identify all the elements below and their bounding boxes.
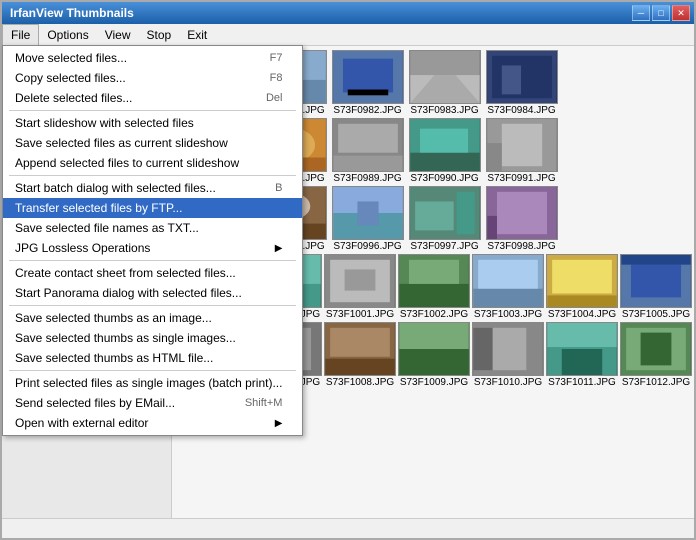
menu-panorama[interactable]: Start Panorama dialog with selected file… <box>3 283 302 303</box>
thumbnail-image <box>546 322 618 376</box>
thumb-cell[interactable]: S73F0990.JPG <box>407 118 482 184</box>
menu-slideshow-append[interactable]: Append selected files to current slidesh… <box>3 153 302 173</box>
minimize-button[interactable]: ─ <box>632 5 650 21</box>
thumb-cell[interactable]: S73F1011.JPG <box>546 322 618 388</box>
thumb-cell[interactable]: S73F1003.JPG <box>472 254 544 320</box>
thumb-label: S73F0984.JPG <box>487 105 555 116</box>
menu-external-editor[interactable]: Open with external editor ▶ <box>3 413 302 433</box>
separator-3 <box>9 260 296 261</box>
thumb-label: S73F1011.JPG <box>548 377 616 388</box>
separator-2 <box>9 175 296 176</box>
thumbnail-image <box>409 50 481 104</box>
thumbnail-image <box>486 118 558 172</box>
menu-save-thumbs-image[interactable]: Save selected thumbs as an image... <box>3 308 302 328</box>
menu-jpg-lossless[interactable]: JPG Lossless Operations ▶ <box>3 238 302 258</box>
thumbnail-image <box>332 186 404 240</box>
menu-email[interactable]: Send selected files by EMail... Shift+M <box>3 393 302 413</box>
thumbnail-image <box>472 254 544 308</box>
thumb-label: S73F1003.JPG <box>474 309 542 320</box>
thumbnail-image <box>324 322 396 376</box>
thumb-label: S73F0983.JPG <box>410 105 478 116</box>
maximize-button[interactable]: □ <box>652 5 670 21</box>
menu-options[interactable]: Options <box>39 24 96 45</box>
thumbnail-image <box>332 50 404 104</box>
thumb-label: S73F0997.JPG <box>410 241 478 252</box>
submenu-arrow: ▶ <box>275 243 283 254</box>
thumb-cell[interactable]: S73F1010.JPG <box>472 322 544 388</box>
separator-4 <box>9 305 296 306</box>
thumbnail-image <box>620 254 692 308</box>
thumbnail-image <box>409 186 481 240</box>
thumb-cell[interactable]: S73F0997.JPG <box>407 186 482 252</box>
thumbnail-image <box>472 322 544 376</box>
thumb-cell[interactable]: S73F1009.JPG <box>398 322 470 388</box>
thumb-label: S73F1005.JPG <box>622 309 690 320</box>
menu-bar: File Options View Stop Exit Move selecte… <box>2 24 694 46</box>
thumbnail-image <box>546 254 618 308</box>
menu-move-files[interactable]: Move selected files... F7 <box>3 48 302 68</box>
thumbnail-image <box>398 254 470 308</box>
menu-slideshow-start[interactable]: Start slideshow with selected files <box>3 113 302 133</box>
window-controls: ─ □ ✕ <box>632 5 690 21</box>
thumbnail-image <box>324 254 396 308</box>
thumb-label: S73F1002.JPG <box>400 309 468 320</box>
thumb-cell[interactable]: S73F0984.JPG <box>484 50 559 116</box>
separator-5 <box>9 370 296 371</box>
thumb-label: S73F1012.JPG <box>622 377 690 388</box>
thumb-cell[interactable]: S73F1012.JPG <box>620 322 692 388</box>
thumb-cell[interactable]: S73F0996.JPG <box>330 186 405 252</box>
thumb-label: S73F1001.JPG <box>326 309 394 320</box>
thumbnail-image <box>398 322 470 376</box>
menu-delete-files[interactable]: Delete selected files... Del <box>3 88 302 108</box>
menu-view[interactable]: View <box>97 24 139 45</box>
thumbnail-image <box>332 118 404 172</box>
thumb-label: S73F1010.JPG <box>474 377 542 388</box>
submenu-arrow-2: ▶ <box>275 418 283 429</box>
thumb-cell[interactable]: S73F0982.JPG <box>330 50 405 116</box>
main-window: IrfanView Thumbnails ─ □ ✕ File Options … <box>0 0 696 540</box>
thumbnail-image <box>486 186 558 240</box>
thumb-cell[interactable]: S73F1001.JPG <box>324 254 396 320</box>
thumb-label: S73F1008.JPG <box>326 377 394 388</box>
title-bar: IrfanView Thumbnails ─ □ ✕ <box>2 2 694 24</box>
menu-slideshow-save[interactable]: Save selected files as current slideshow <box>3 133 302 153</box>
thumb-label: S73F0996.JPG <box>333 241 401 252</box>
window-title: IrfanView Thumbnails <box>6 6 134 20</box>
menu-file[interactable]: File <box>2 24 39 45</box>
menu-save-names[interactable]: Save selected file names as TXT... <box>3 218 302 238</box>
menu-save-thumbs-single[interactable]: Save selected thumbs as single images... <box>3 328 302 348</box>
menu-stop[interactable]: Stop <box>139 24 180 45</box>
thumb-label: S73F0982.JPG <box>333 105 401 116</box>
file-dropdown-menu: Move selected files... F7 Copy selected … <box>2 45 303 436</box>
thumb-cell[interactable]: S73F0983.JPG <box>407 50 482 116</box>
thumb-label: S73F1009.JPG <box>400 377 468 388</box>
menu-batch-dialog[interactable]: Start batch dialog with selected files..… <box>3 178 302 198</box>
menu-exit[interactable]: Exit <box>179 24 215 45</box>
thumb-label: S73F0998.JPG <box>487 241 555 252</box>
thumbnail-image <box>620 322 692 376</box>
menu-contact-sheet[interactable]: Create contact sheet from selected files… <box>3 263 302 283</box>
separator-1 <box>9 110 296 111</box>
thumb-label: S73F0990.JPG <box>410 173 478 184</box>
thumb-cell[interactable]: S73F0991.JPG <box>484 118 559 184</box>
thumb-label: S73F0991.JPG <box>487 173 555 184</box>
close-button[interactable]: ✕ <box>672 5 690 21</box>
menu-ftp-transfer[interactable]: Transfer selected files by FTP... <box>3 198 302 218</box>
thumb-cell[interactable]: S73F1002.JPG <box>398 254 470 320</box>
menu-copy-files[interactable]: Copy selected files... F8 <box>3 68 302 88</box>
status-bar <box>2 518 694 538</box>
thumb-label: S73F1004.JPG <box>548 309 616 320</box>
menu-print[interactable]: Print selected files as single images (b… <box>3 373 302 393</box>
thumb-cell[interactable]: S73F1008.JPG <box>324 322 396 388</box>
thumbnail-image <box>409 118 481 172</box>
thumb-cell[interactable]: S73F1004.JPG <box>546 254 618 320</box>
menu-save-thumbs-html[interactable]: Save selected thumbs as HTML file... <box>3 348 302 368</box>
thumb-cell[interactable]: S73F1005.JPG <box>620 254 692 320</box>
thumb-label: S73F0989.JPG <box>333 173 401 184</box>
thumbnail-image <box>486 50 558 104</box>
thumb-cell[interactable]: S73F0989.JPG <box>330 118 405 184</box>
thumb-cell[interactable]: S73F0998.JPG <box>484 186 559 252</box>
